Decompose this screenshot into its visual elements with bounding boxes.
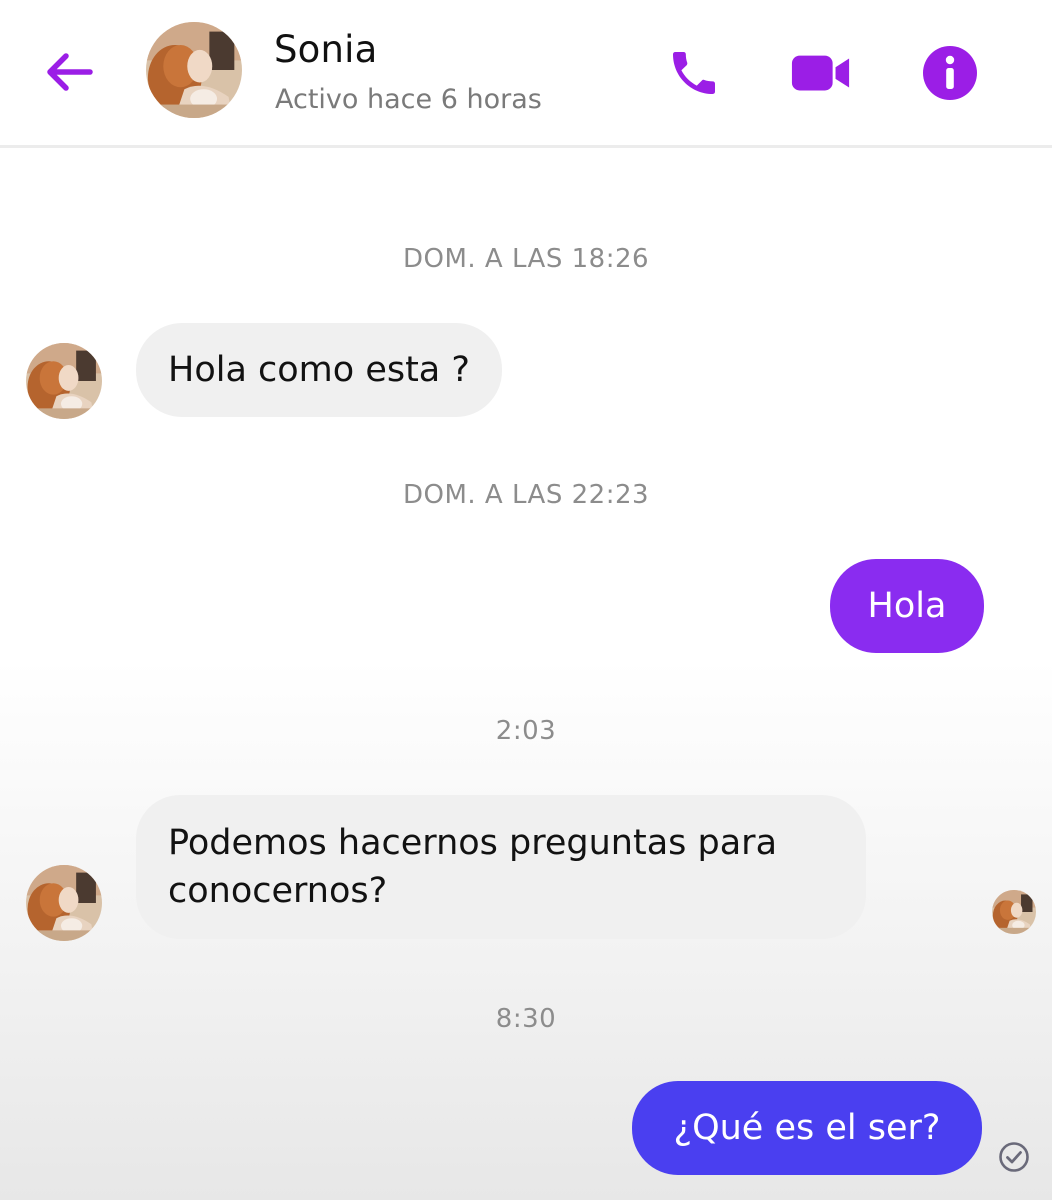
read-receipt-avatar <box>992 890 1036 934</box>
chat-header: Sonia Activo hace 6 horas <box>0 0 1052 148</box>
video-camera-icon <box>791 55 850 91</box>
outgoing-message[interactable]: Hola <box>830 559 984 653</box>
timestamp: 2:03 <box>495 716 557 746</box>
sender-avatar[interactable] <box>26 343 102 419</box>
message-text-line: conocernos? <box>168 871 388 911</box>
contact-name[interactable]: Sonia <box>274 28 378 71</box>
phone-icon <box>673 52 715 94</box>
arrow-left-icon <box>47 53 93 91</box>
incoming-message[interactable]: Podemos hacernos preguntas para conocern… <box>136 795 866 939</box>
message-text-line: Podemos hacernos preguntas para <box>168 823 778 863</box>
timestamp: 8:30 <box>495 1004 557 1034</box>
contact-avatar[interactable] <box>146 22 242 118</box>
call-button[interactable] <box>663 42 725 104</box>
message-text: ¿Qué es el ser? <box>673 1108 941 1148</box>
info-icon <box>923 46 977 100</box>
active-status: Activo hace 6 horas <box>275 84 542 115</box>
timestamp: DOM. A LAS 18:26 <box>402 244 650 274</box>
info-button[interactable] <box>919 42 981 104</box>
message-text: Hola como esta ? <box>168 350 470 390</box>
outgoing-message[interactable]: ¿Qué es el ser? <box>632 1081 982 1175</box>
sent-check-icon <box>999 1142 1029 1172</box>
sender-avatar[interactable] <box>26 865 102 941</box>
timestamp: DOM. A LAS 22:23 <box>402 480 650 510</box>
back-button[interactable] <box>38 44 100 100</box>
incoming-message[interactable]: Hola como esta ? <box>136 323 502 417</box>
message-text: Hola <box>867 586 947 626</box>
video-call-button[interactable] <box>790 42 852 104</box>
